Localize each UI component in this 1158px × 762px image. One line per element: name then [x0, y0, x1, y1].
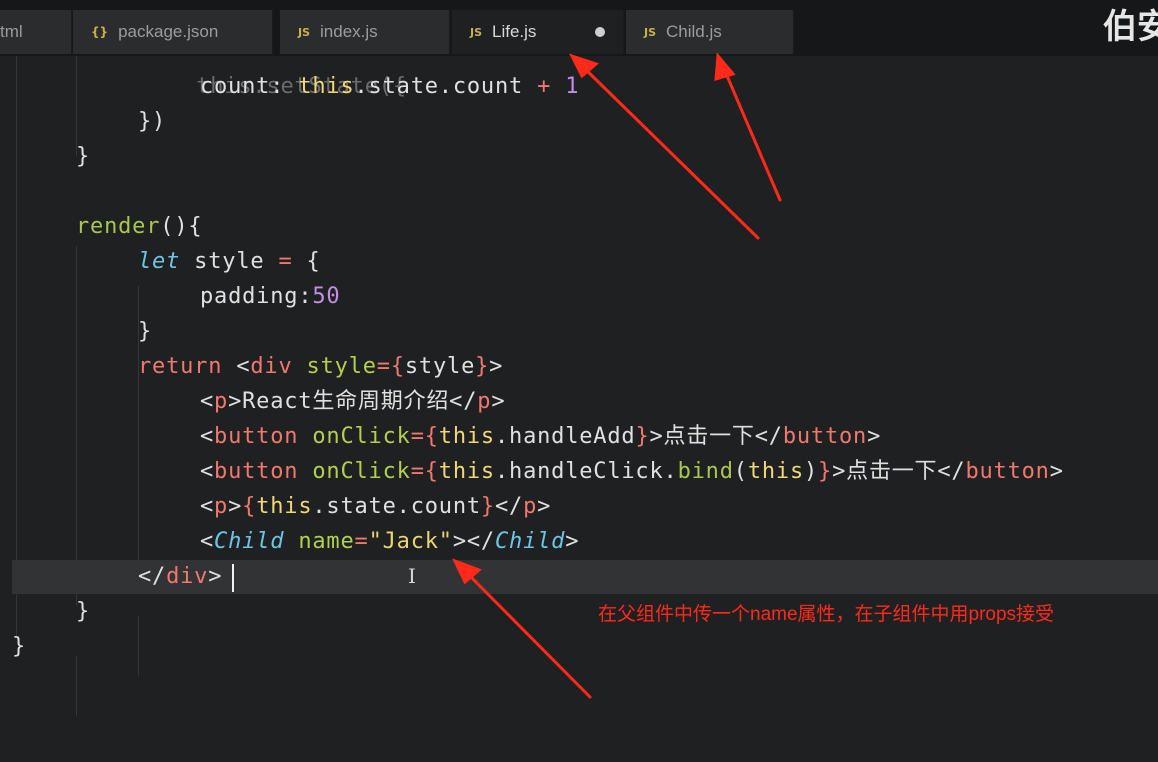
arrowhead-icon [714, 52, 736, 82]
annotation-arrows [452, 52, 782, 699]
arrowhead-icon [452, 558, 482, 585]
arrow-to-child-tab [720, 62, 782, 202]
arrowhead-icon [569, 53, 599, 79]
arrow-to-child-tag [460, 566, 592, 699]
arrow-to-life-tab [578, 62, 760, 240]
annotation-note: 在父组件中传一个name属性，在子组件中用props接受 [598, 604, 1055, 625]
